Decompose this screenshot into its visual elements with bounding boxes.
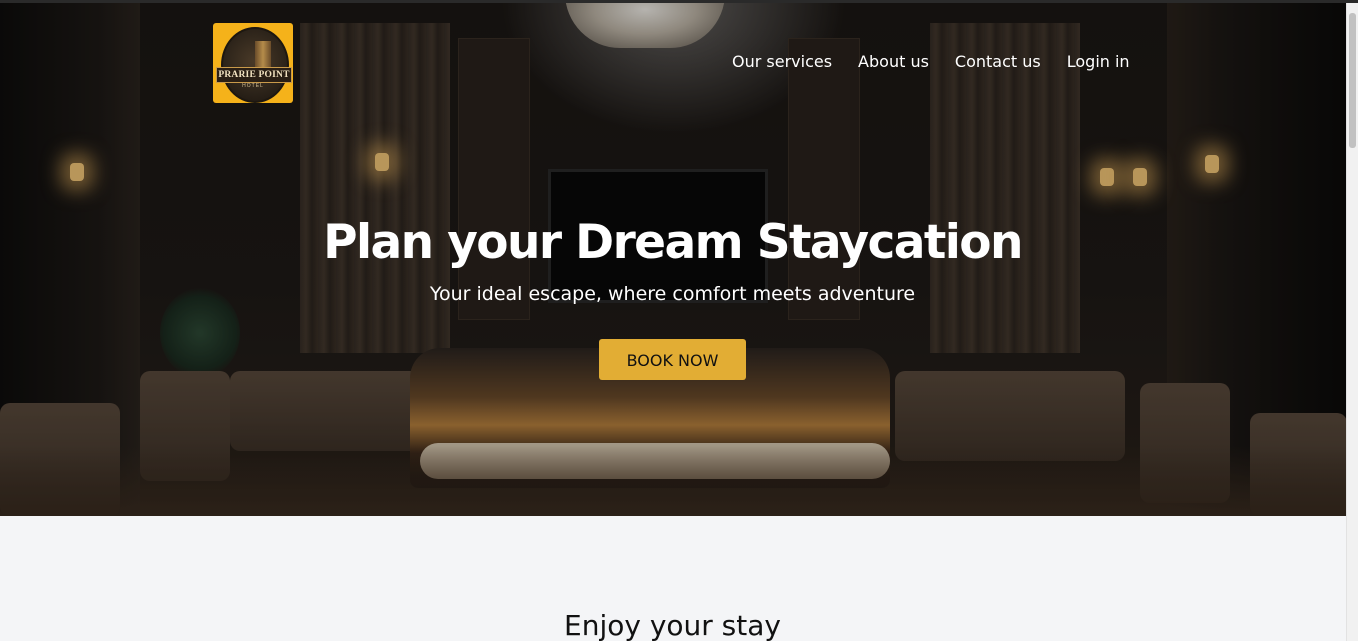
logo-building-icon [255, 41, 271, 67]
logo-name: PRARIE POINT [216, 67, 292, 83]
scrollbar-thumb[interactable] [1349, 13, 1356, 148]
page: PRARIE POINT HOTEL Our services About us… [0, 0, 1358, 641]
nav-about-us[interactable]: About us [858, 52, 929, 72]
section-title: Enjoy your stay [564, 609, 781, 641]
page-scrollbar[interactable] [1346, 3, 1358, 641]
hero-title: Plan your Dream Staycation [323, 215, 1023, 270]
hero-subtitle: Your ideal escape, where comfort meets a… [429, 283, 916, 305]
logo-badge [221, 27, 289, 103]
nav-our-services[interactable]: Our services [732, 52, 832, 72]
nav-contact-us[interactable]: Contact us [955, 52, 1041, 72]
hotel-logo[interactable]: PRARIE POINT HOTEL [213, 23, 293, 103]
book-now-button[interactable]: BOOK NOW [599, 339, 746, 380]
nav-login[interactable]: Login in [1067, 52, 1130, 72]
logo-subtitle: HOTEL [242, 83, 264, 89]
window-top-border [0, 0, 1358, 3]
main-nav: Our services About us Contact us Login i… [732, 52, 1130, 72]
